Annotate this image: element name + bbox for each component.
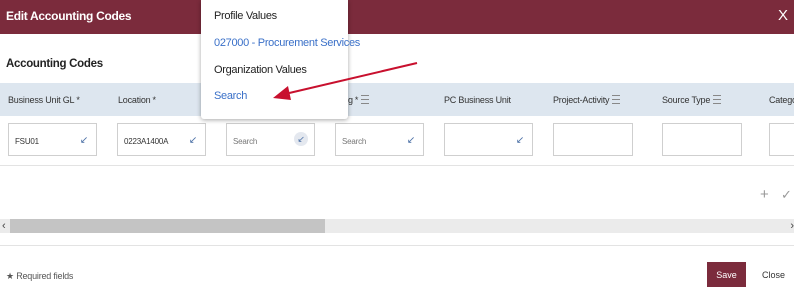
lookup-icon[interactable]: ↙: [407, 135, 415, 146]
lookup-popup-menu: Profile Values 027000 - Procurement Serv…: [201, 0, 360, 119]
pc-business-unit-field[interactable]: ↙: [444, 123, 533, 156]
menu-item-profile-values: Profile Values: [214, 10, 277, 22]
lookup-icon[interactable]: ↙: [516, 135, 524, 146]
sort-icon[interactable]: [612, 95, 621, 104]
table-row: FSU01 ↙ 0223A1400A ↙ Search ↙ Search ↙ ↙: [0, 116, 794, 166]
fund-search-field[interactable]: Search ↙: [226, 123, 315, 156]
menu-item-search[interactable]: Search: [214, 90, 247, 102]
required-star: *: [152, 95, 156, 105]
menu-item-procurement-services[interactable]: 027000 - Procurement Services: [214, 37, 360, 49]
column-header-project-activity[interactable]: Project-Activity: [553, 95, 621, 105]
sort-icon[interactable]: [361, 95, 370, 104]
check-icon[interactable]: ✓: [781, 187, 792, 203]
lookup-icon[interactable]: ↙: [189, 135, 197, 146]
source-type-field[interactable]: [662, 123, 742, 156]
scroll-thumb[interactable]: [10, 219, 325, 233]
horizontal-scrollbar[interactable]: ‹ ›: [0, 219, 794, 233]
required-star: *: [76, 95, 80, 105]
column-header-category[interactable]: Catego: [769, 95, 794, 105]
column-header-location[interactable]: Location *: [118, 95, 156, 105]
dialog-title: Edit Accounting Codes: [6, 9, 132, 23]
sort-icon[interactable]: [713, 95, 722, 104]
column-header-source-type[interactable]: Source Type: [662, 95, 722, 105]
close-icon[interactable]: X: [778, 7, 788, 24]
close-button[interactable]: Close: [753, 262, 794, 287]
location-field[interactable]: 0223A1400A ↙: [117, 123, 206, 156]
scroll-left-icon[interactable]: ‹: [2, 219, 6, 233]
required-star: *: [354, 95, 359, 105]
save-button[interactable]: Save: [707, 262, 746, 287]
menu-item-organization-values: Organization Values: [214, 64, 307, 76]
category-field[interactable]: [769, 123, 794, 156]
project-activity-field[interactable]: [553, 123, 633, 156]
dialog-titlebar: Edit Accounting Codes X: [0, 0, 794, 34]
add-icon[interactable]: +: [760, 186, 769, 203]
business-unit-gl-field[interactable]: FSU01 ↙: [8, 123, 97, 156]
required-star-icon: ★: [6, 271, 14, 281]
scroll-right-icon[interactable]: ›: [790, 219, 794, 233]
table-header: Business Unit GL * Location * g * PC Busine…: [0, 83, 794, 116]
required-fields-note: ★ Required fields: [6, 271, 74, 281]
search-field[interactable]: Search ↙: [335, 123, 424, 156]
lookup-icon[interactable]: ↙: [80, 135, 88, 146]
column-header-pc-business-unit[interactable]: PC Business Unit: [444, 95, 511, 105]
lookup-icon[interactable]: ↙: [294, 132, 308, 146]
divider: [0, 245, 794, 246]
column-header-business-unit-gl[interactable]: Business Unit GL *: [8, 95, 80, 105]
column-header-fund[interactable]: g *: [348, 95, 370, 105]
section-title: Accounting Codes: [6, 58, 103, 70]
row-actions: + ✓: [754, 186, 794, 208]
